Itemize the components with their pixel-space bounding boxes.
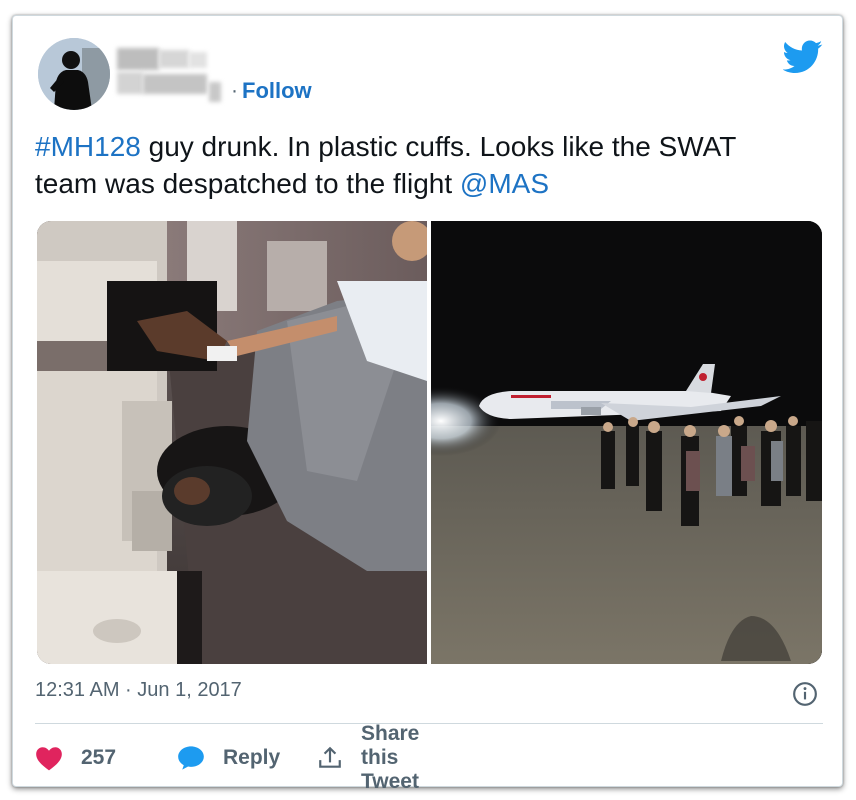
author-handle-redacted bbox=[209, 82, 221, 102]
photo-cabin[interactable] bbox=[37, 221, 432, 664]
tweet-media-grid bbox=[37, 221, 822, 664]
share-label: Share this Tweet bbox=[361, 722, 420, 793]
footer-divider bbox=[35, 723, 823, 724]
user-avatar[interactable] bbox=[38, 38, 110, 110]
user-avatar-icon bbox=[38, 38, 110, 110]
reply-label: Reply bbox=[223, 746, 281, 769]
follow-button[interactable]: Follow bbox=[242, 78, 312, 104]
follow-separator: · bbox=[231, 79, 238, 102]
photo-runway-icon bbox=[381, 221, 822, 664]
author-name-redacted bbox=[117, 48, 213, 98]
tweet-body-text: guy drunk. In plastic cuffs. Looks like … bbox=[35, 131, 736, 199]
tweet-text: #MH128 guy drunk. In plastic cuffs. Look… bbox=[35, 128, 805, 202]
twitter-bird-icon[interactable] bbox=[783, 40, 823, 74]
reply-button[interactable]: Reply bbox=[177, 738, 280, 778]
info-icon[interactable] bbox=[792, 681, 818, 707]
share-button[interactable]: Share this Tweet bbox=[317, 722, 419, 793]
mention-link[interactable]: @MAS bbox=[460, 168, 549, 199]
reply-bubble-icon bbox=[178, 746, 204, 770]
hashtag-link[interactable]: #MH128 bbox=[35, 131, 141, 162]
like-count: 257 bbox=[81, 746, 117, 769]
tweet-embed-card: · Follow #MH128 guy drunk. In plastic cu… bbox=[12, 15, 843, 793]
like-button[interactable]: 257 bbox=[35, 738, 116, 778]
tweet-timestamp[interactable]: 12:31 AM · Jun 1, 2017 bbox=[35, 679, 242, 702]
photo-cabin-icon bbox=[37, 221, 432, 664]
heart-icon bbox=[36, 747, 62, 771]
photo-runway[interactable] bbox=[381, 221, 822, 664]
share-icon bbox=[319, 746, 341, 768]
